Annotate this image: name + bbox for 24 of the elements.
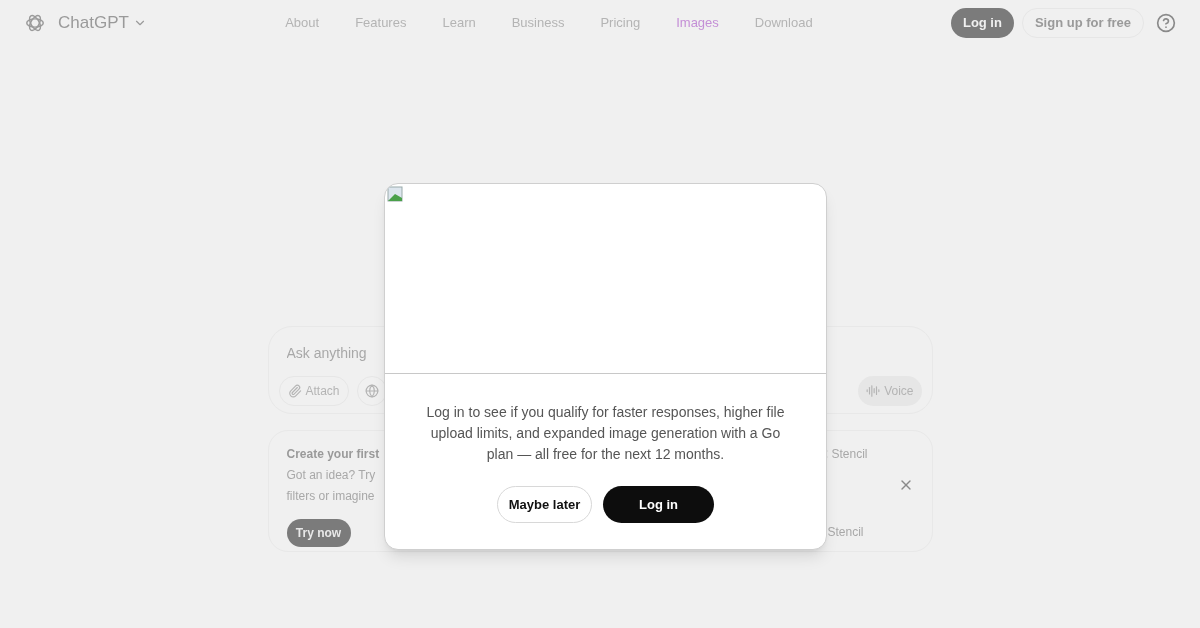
broken-image-icon	[387, 186, 403, 202]
dialog-message: Log in to see if you qualify for faster responses, higher file upload limits, and expanded image generation with a Go plan — all free for the next 12 months.	[425, 403, 786, 464]
login-button[interactable]: Log in	[950, 8, 1014, 38]
style-label: Stencil	[827, 524, 865, 541]
paperclip-icon	[287, 384, 302, 398]
nav-link[interactable]: Features	[355, 13, 407, 33]
promo-text: Got an idea? Try	[286, 467, 377, 484]
promo-text: filters or imagine	[286, 488, 376, 505]
logo-icon	[24, 12, 46, 34]
brand-menu[interactable]: ChatGPT	[58, 10, 147, 36]
try-now-button[interactable]: Try now	[286, 519, 351, 547]
nav-link[interactable]: Images	[676, 13, 719, 33]
nav-link[interactable]: Learn	[442, 13, 476, 33]
nav-link[interactable]: About	[285, 13, 320, 33]
help-icon[interactable]	[1156, 13, 1176, 33]
sound-wave-icon	[866, 384, 881, 398]
dialog-login-button[interactable]: Log in	[603, 486, 714, 523]
style-label: Stencil	[831, 446, 868, 463]
nav-link[interactable]: Business	[511, 13, 565, 33]
prompt-input[interactable]: Ask anything	[286, 343, 587, 364]
globe-icon	[364, 384, 379, 398]
promo-title: Create your first	[286, 446, 381, 463]
nav-link[interactable]: Download	[754, 13, 813, 33]
nav-link[interactable]: Pricing	[600, 13, 641, 33]
